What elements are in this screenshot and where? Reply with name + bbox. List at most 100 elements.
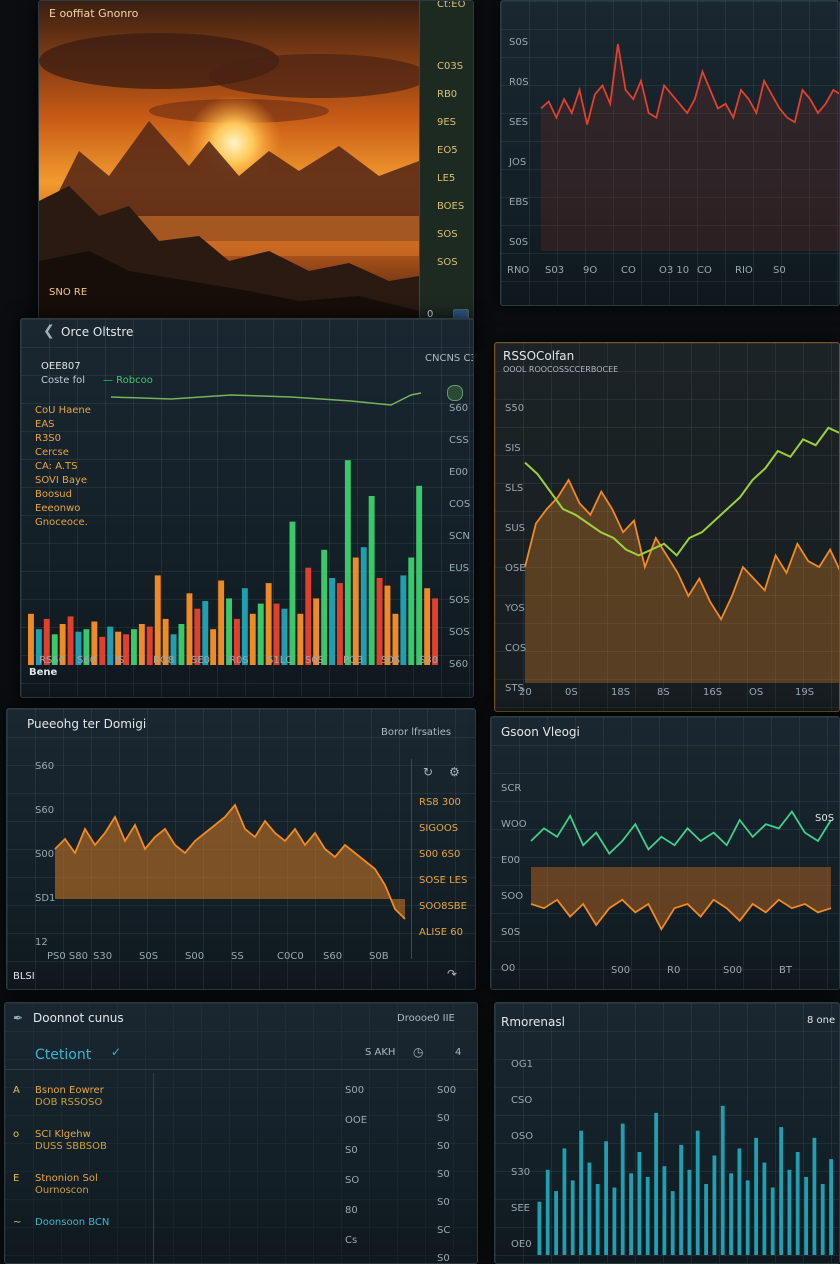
dual-chart-x-label: 18S (611, 687, 631, 698)
area-chart (54, 803, 406, 920)
filter-icon[interactable]: ✓ (111, 1045, 121, 1059)
sunset-side-label: BOES (437, 201, 465, 212)
teal-bar-chart (537, 1105, 833, 1255)
teal-bar (637, 1152, 642, 1255)
sunset-corner-label: Ct:EO (437, 0, 466, 10)
teal-bar (712, 1155, 717, 1255)
list-divider (5, 1069, 477, 1070)
list-right-value: S0 (437, 1253, 450, 1264)
area-chart-side-label: SIGOOS (419, 823, 459, 834)
bar-chart-y-label: CSS (449, 435, 469, 446)
teal-bar (612, 1187, 617, 1255)
bar (131, 629, 137, 665)
dual-chart-y-label: OSE (505, 563, 526, 574)
bar-chart-toggle[interactable] (447, 385, 463, 401)
teal-chart-title-right: 8 one (807, 1015, 836, 1026)
dual-chart-x-label: 20 (519, 687, 532, 698)
red-chart-y-label: EBS (509, 197, 529, 208)
green-orange-chart (530, 810, 832, 932)
teal-bar (787, 1169, 792, 1255)
bar (154, 575, 161, 665)
bar-chart-x-label: SE0 (191, 655, 211, 666)
sunset-side-column (419, 1, 473, 329)
bar (249, 613, 256, 665)
teal-chart-y-label: SEE (511, 1203, 530, 1214)
area-chart-panel: Pueeohg ter Domigi Boror lfrsaties S60 S6… (6, 708, 476, 990)
green-orange-x-label: S00 (723, 965, 743, 976)
green-orange-y-label: E00 (501, 855, 521, 866)
list-right-value: S0 (437, 1197, 450, 1208)
bar (178, 624, 185, 665)
bar-chart-header: Orce Oltstre (61, 325, 134, 339)
bar (146, 626, 153, 665)
sunset-side-label: EO5 (437, 145, 458, 156)
dual-chart-y-label: SLS (505, 483, 524, 494)
list-panel: ✒ Doonnot cunus Droooe0 IIE Ctetiont ✓ S… (4, 1002, 478, 1264)
list-row-main: Bsnon Eowrer (35, 1085, 104, 1096)
teal-bar (745, 1180, 750, 1255)
teal-bar (554, 1191, 558, 1255)
bar-chart-y-label: COS (449, 499, 471, 510)
list-subheader-right: S AKH (365, 1047, 396, 1058)
bar (368, 496, 375, 665)
area-chart-x-label: S60 (323, 951, 343, 962)
list-title-right: Droooe0 IIE (397, 1013, 455, 1024)
list-row-icon: E (13, 1173, 20, 1184)
area-chart-x-label: S00 (185, 951, 205, 962)
teal-bar (804, 1176, 808, 1255)
teal-bar (812, 1137, 817, 1255)
bar (360, 547, 367, 665)
timer-icon[interactable]: ◷ (413, 1045, 423, 1059)
teal-bar (695, 1130, 700, 1255)
teal-bar-chart-panel: Rmorenasl 8 one OG1 CSO OSO S30 SEE OE0 (494, 1002, 840, 1264)
red-chart-x-label: RIO (735, 265, 753, 276)
list-subheader-number: 4 (455, 1047, 462, 1058)
bar-chart-x-label: S30 (419, 655, 439, 666)
bar (352, 557, 359, 665)
area-chart-x-label: S30 (93, 951, 113, 962)
teal-bar (737, 1148, 742, 1255)
area-chart-y-label: S60 (35, 761, 55, 772)
area-chart-x-label: C0C0 (277, 951, 304, 962)
sunset-footer-left: SNO RE (49, 287, 88, 298)
red-line-chart-panel: S0S R0S SES JOS EBS S0S RNO S03 9O CO O3 10 CO RIO S… (500, 0, 840, 306)
bar (329, 578, 335, 665)
bar-chart-x-label: R0S (229, 655, 249, 666)
area-chart-y-label: S60 (35, 805, 55, 816)
dual-chart-x-label: 16S (703, 687, 723, 698)
list-column-value: 80 (345, 1205, 358, 1216)
refresh-icon[interactable]: ↻ (423, 765, 433, 779)
dual-chart-x-label: 19S (795, 687, 815, 698)
share-icon[interactable]: ↷ (447, 967, 457, 981)
bar-chart-x-label: PO3 (343, 655, 364, 666)
area-chart-title-right: Boror lfrsaties (381, 727, 452, 738)
red-line-chart (540, 43, 839, 251)
bar (424, 588, 431, 665)
list-row-main: Doonsoon BCN (35, 1217, 110, 1228)
area-chart-y-label: S00 (35, 849, 55, 860)
teal-bar (720, 1105, 725, 1255)
teal-bar (795, 1152, 800, 1255)
edit-icon[interactable]: ✒ (13, 1011, 23, 1025)
bar-chart-x-label: RS60 (39, 655, 66, 666)
bar-chart-y-label: SOS (449, 595, 470, 606)
settings-icon[interactable]: ⚙ (449, 765, 460, 779)
list-right-value: S0 (437, 1113, 450, 1124)
back-arrow-icon[interactable]: ❮ (43, 323, 55, 339)
red-chart-y-label: JOS (509, 157, 527, 168)
green-orange-right-label: S0S (815, 813, 835, 824)
green-orange-y-label: O0 (501, 963, 516, 974)
bar (376, 578, 383, 665)
bar-chart-y-label: E00 (449, 467, 469, 478)
dual-chart-y-label: SUS (505, 523, 526, 534)
red-chart-y-label: SES (509, 117, 529, 128)
bar (297, 613, 304, 665)
list-row-main: SCI Klgehw (35, 1129, 91, 1140)
teal-bar (629, 1173, 633, 1255)
area-chart-y-label: SD1 (35, 893, 56, 904)
list-row-icon: A (13, 1085, 20, 1096)
list-row-icon: ~ (13, 1217, 22, 1228)
teal-chart-title: Rmorenasl (501, 1015, 565, 1029)
teal-chart-y-label: OSO (511, 1131, 534, 1142)
area-chart-title: Pueeohg ter Domigi (27, 717, 147, 731)
